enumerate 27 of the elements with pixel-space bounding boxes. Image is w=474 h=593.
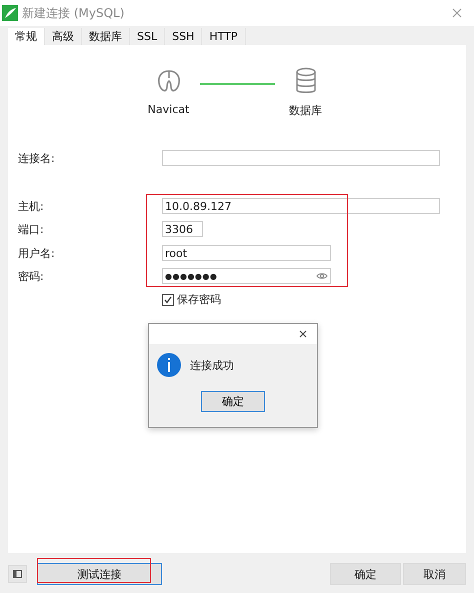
field-label: 用户名: [18,246,56,260]
cancel-button[interactable]: 取消 [403,563,466,585]
input-field[interactable] [162,150,440,166]
dialog-message: 连接成功 [190,358,234,372]
checkbox[interactable] [162,294,174,306]
eye-icon[interactable] [316,272,328,280]
window-title: 新建连接 (MySQL) [22,4,126,22]
sidebar-toggle-button[interactable] [8,565,27,583]
dialog-ok-button[interactable]: 确定 [201,391,265,412]
input-field[interactable]: root [162,245,331,261]
field-label: 连接名: [18,150,56,166]
input-field[interactable]: 3306 [162,221,203,237]
field-label: 端口: [18,222,45,236]
panel-icon [13,570,22,578]
field-label: 主机: [18,198,45,214]
checkbox-label: 保存密码 [177,292,221,307]
tab[interactable]: 常规 [8,28,45,45]
database-icon [294,67,318,95]
close-icon[interactable] [299,330,307,338]
diagram-label: 数据库 [289,103,322,118]
field-label: 密码: [18,268,45,284]
input-field[interactable]: 10.0.89.127 [162,198,440,214]
diagram-label: Navicat [148,103,190,116]
info-icon [157,353,181,377]
test-connection-button[interactable]: 测试连接 [37,563,162,585]
ok-button[interactable]: 确定 [330,563,401,585]
password-field[interactable]: ●●●●●●● [162,268,331,284]
